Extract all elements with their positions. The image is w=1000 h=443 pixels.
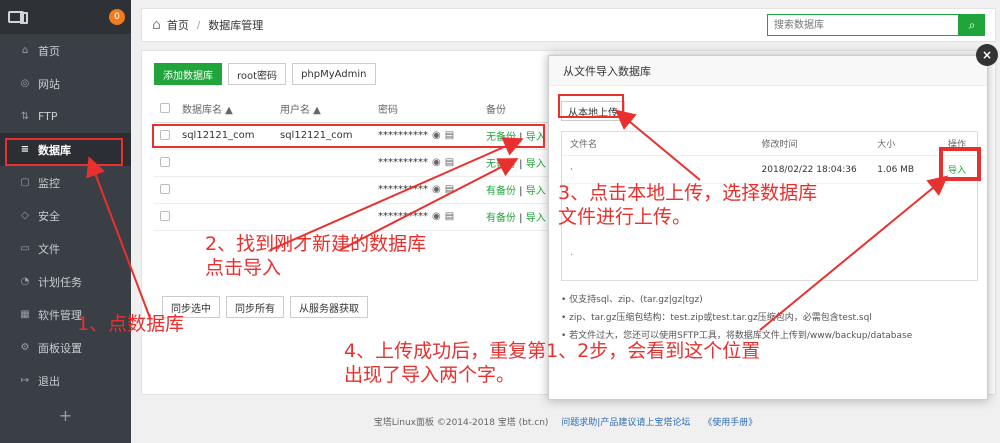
annotation-step2-line1: 2、找到刚才新建的数据库 (205, 233, 427, 255)
annotation-step3-line1: 3、点击本地上传，选择数据库 (558, 182, 818, 204)
arrow-step1 (86, 156, 151, 319)
annotation-step1: 1、点数据库 (77, 313, 185, 335)
arrow-step3 (614, 109, 701, 181)
annotation-step4-line2: 出现了导入两个字。 (344, 364, 516, 386)
annotation-step3-line2: 文件进行上传。 (558, 206, 692, 228)
annotation-step4-line1: 4、上传成功后，重复第1、2步，会看到这个位置 (344, 340, 761, 362)
annotation-step2-line2: 点击导入 (205, 257, 282, 279)
